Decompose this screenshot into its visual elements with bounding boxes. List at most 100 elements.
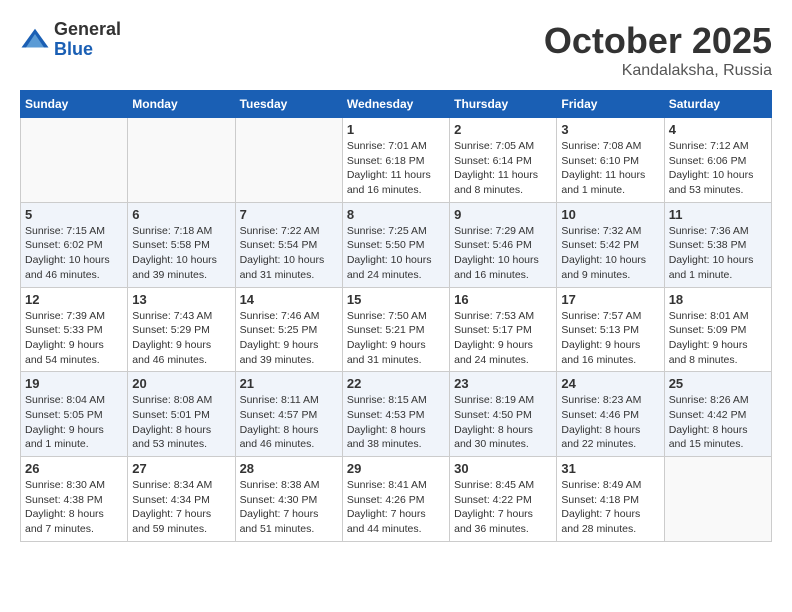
calendar-cell: 24 Sunrise: 8:23 AM Sunset: 4:46 PM Dayli…: [557, 372, 664, 457]
day-info: Sunrise: 8:04 AM Sunset: 5:05 PM Dayligh…: [25, 393, 123, 452]
day-number: 6: [132, 207, 230, 222]
day-number: 14: [240, 292, 338, 307]
week-row-1: 1Sunrise: 7:01 AM Sunset: 6:18 PM Daylig…: [21, 118, 772, 203]
day-number: 26: [25, 461, 123, 476]
calendar-cell: 1Sunrise: 7:01 AM Sunset: 6:18 PM Daylig…: [342, 118, 449, 203]
day-number: 7: [240, 207, 338, 222]
day-number: 15: [347, 292, 445, 307]
day-info: Sunrise: 8:26 AM Sunset: 4:42 PM Dayligh…: [669, 393, 767, 452]
day-info: Sunrise: 8:08 AM Sunset: 5:01 PM Dayligh…: [132, 393, 230, 452]
day-info: Sunrise: 8:41 AM Sunset: 4:26 PM Dayligh…: [347, 478, 445, 537]
calendar-cell: [128, 118, 235, 203]
day-number: 19: [25, 376, 123, 391]
day-info: Sunrise: 8:45 AM Sunset: 4:22 PM Dayligh…: [454, 478, 552, 537]
day-info: Sunrise: 8:11 AM Sunset: 4:57 PM Dayligh…: [240, 393, 338, 452]
day-info: Sunrise: 8:38 AM Sunset: 4:30 PM Dayligh…: [240, 478, 338, 537]
calendar-header: SundayMondayTuesdayWednesdayThursdayFrid…: [21, 91, 772, 118]
calendar-cell: 23Sunrise: 8:19 AM Sunset: 4:50 PM Dayli…: [450, 372, 557, 457]
week-row-3: 12 Sunrise: 7:39 AM Sunset: 5:33 PM Dayli…: [21, 287, 772, 372]
day-number: 16: [454, 292, 552, 307]
calendar-cell: 12 Sunrise: 7:39 AM Sunset: 5:33 PM Dayli…: [21, 287, 128, 372]
day-number: 22: [347, 376, 445, 391]
day-info: Sunrise: 7:12 AM Sunset: 6:06 PM Dayligh…: [669, 139, 767, 198]
calendar-cell: 25Sunrise: 8:26 AM Sunset: 4:42 PM Dayli…: [664, 372, 771, 457]
day-number: 21: [240, 376, 338, 391]
calendar-cell: 6Sunrise: 7:18 AM Sunset: 5:58 PM Daylig…: [128, 202, 235, 287]
day-info: Sunrise: 7:08 AM Sunset: 6:10 PM Dayligh…: [561, 139, 659, 198]
day-info: Sunrise: 7:29 AM Sunset: 5:46 PM Dayligh…: [454, 224, 552, 283]
day-number: 12: [25, 292, 123, 307]
week-row-4: 19 Sunrise: 8:04 AM Sunset: 5:05 PM Dayli…: [21, 372, 772, 457]
day-number: 20: [132, 376, 230, 391]
day-number: 18: [669, 292, 767, 307]
day-info: Sunrise: 8:01 AM Sunset: 5:09 PM Dayligh…: [669, 309, 767, 368]
month-title: October 2025: [544, 20, 772, 62]
calendar-cell: 9Sunrise: 7:29 AM Sunset: 5:46 PM Daylig…: [450, 202, 557, 287]
weekday-header-row: SundayMondayTuesdayWednesdayThursdayFrid…: [21, 91, 772, 118]
calendar-cell: 20 Sunrise: 8:08 AM Sunset: 5:01 PM Dayli…: [128, 372, 235, 457]
day-number: 13: [132, 292, 230, 307]
day-info: Sunrise: 8:49 AM Sunset: 4:18 PM Dayligh…: [561, 478, 659, 537]
day-info: Sunrise: 7:15 AM Sunset: 6:02 PM Dayligh…: [25, 224, 123, 283]
calendar-cell: 30Sunrise: 8:45 AM Sunset: 4:22 PM Dayli…: [450, 457, 557, 542]
calendar-cell: 5 Sunrise: 7:15 AM Sunset: 6:02 PM Daylig…: [21, 202, 128, 287]
day-info: Sunrise: 8:23 AM Sunset: 4:46 PM Dayligh…: [561, 393, 659, 452]
weekday-header-friday: Friday: [557, 91, 664, 118]
day-info: Sunrise: 8:34 AM Sunset: 4:34 PM Dayligh…: [132, 478, 230, 537]
weekday-header-thursday: Thursday: [450, 91, 557, 118]
calendar-cell: 21 Sunrise: 8:11 AM Sunset: 4:57 PM Dayli…: [235, 372, 342, 457]
logo-icon: [20, 25, 50, 55]
day-info: Sunrise: 7:53 AM Sunset: 5:17 PM Dayligh…: [454, 309, 552, 368]
logo-blue: Blue: [54, 39, 93, 59]
calendar-cell: [664, 457, 771, 542]
logo: General Blue: [20, 20, 121, 60]
day-number: 5: [25, 207, 123, 222]
day-info: Sunrise: 7:57 AM Sunset: 5:13 PM Dayligh…: [561, 309, 659, 368]
calendar-cell: 22 Sunrise: 8:15 AM Sunset: 4:53 PM Dayli…: [342, 372, 449, 457]
calendar-cell: [21, 118, 128, 203]
weekday-header-sunday: Sunday: [21, 91, 128, 118]
weekday-header-wednesday: Wednesday: [342, 91, 449, 118]
day-number: 17: [561, 292, 659, 307]
calendar-cell: 29 Sunrise: 8:41 AM Sunset: 4:26 PM Dayli…: [342, 457, 449, 542]
day-info: Sunrise: 7:22 AM Sunset: 5:54 PM Dayligh…: [240, 224, 338, 283]
title-block: October 2025 Kandalaksha, Russia: [544, 20, 772, 80]
calendar-cell: 4 Sunrise: 7:12 AM Sunset: 6:06 PM Daylig…: [664, 118, 771, 203]
day-info: Sunrise: 8:19 AM Sunset: 4:50 PM Dayligh…: [454, 393, 552, 452]
weekday-header-monday: Monday: [128, 91, 235, 118]
day-info: Sunrise: 7:39 AM Sunset: 5:33 PM Dayligh…: [25, 309, 123, 368]
calendar-cell: 3 Sunrise: 7:08 AM Sunset: 6:10 PM Daylig…: [557, 118, 664, 203]
page-header: General Blue October 2025 Kandalaksha, R…: [20, 20, 772, 80]
day-number: 3: [561, 122, 659, 137]
calendar-cell: 2 Sunrise: 7:05 AM Sunset: 6:14 PM Daylig…: [450, 118, 557, 203]
calendar-cell: 17 Sunrise: 7:57 AM Sunset: 5:13 PM Dayli…: [557, 287, 664, 372]
day-info: Sunrise: 7:25 AM Sunset: 5:50 PM Dayligh…: [347, 224, 445, 283]
week-row-5: 26 Sunrise: 8:30 AM Sunset: 4:38 PM Dayli…: [21, 457, 772, 542]
calendar-cell: 13Sunrise: 7:43 AM Sunset: 5:29 PM Dayli…: [128, 287, 235, 372]
day-info: Sunrise: 7:50 AM Sunset: 5:21 PM Dayligh…: [347, 309, 445, 368]
day-number: 4: [669, 122, 767, 137]
weekday-header-saturday: Saturday: [664, 91, 771, 118]
calendar-cell: 15 Sunrise: 7:50 AM Sunset: 5:21 PM Dayli…: [342, 287, 449, 372]
calendar-cell: 14Sunrise: 7:46 AM Sunset: 5:25 PM Dayli…: [235, 287, 342, 372]
calendar-cell: 26 Sunrise: 8:30 AM Sunset: 4:38 PM Dayli…: [21, 457, 128, 542]
day-number: 11: [669, 207, 767, 222]
logo-text: General Blue: [54, 20, 121, 60]
logo-general: General: [54, 19, 121, 39]
week-row-2: 5 Sunrise: 7:15 AM Sunset: 6:02 PM Daylig…: [21, 202, 772, 287]
day-number: 24: [561, 376, 659, 391]
day-info: Sunrise: 8:30 AM Sunset: 4:38 PM Dayligh…: [25, 478, 123, 537]
calendar-cell: 31 Sunrise: 8:49 AM Sunset: 4:18 PM Dayli…: [557, 457, 664, 542]
location: Kandalaksha, Russia: [544, 62, 772, 80]
day-number: 31: [561, 461, 659, 476]
calendar-cell: 16 Sunrise: 7:53 AM Sunset: 5:17 PM Dayli…: [450, 287, 557, 372]
day-number: 29: [347, 461, 445, 476]
day-info: Sunrise: 8:15 AM Sunset: 4:53 PM Dayligh…: [347, 393, 445, 452]
day-number: 2: [454, 122, 552, 137]
calendar-cell: 10Sunrise: 7:32 AM Sunset: 5:42 PM Dayli…: [557, 202, 664, 287]
day-info: Sunrise: 7:05 AM Sunset: 6:14 PM Dayligh…: [454, 139, 552, 198]
calendar-cell: 8 Sunrise: 7:25 AM Sunset: 5:50 PM Daylig…: [342, 202, 449, 287]
day-number: 8: [347, 207, 445, 222]
day-info: Sunrise: 7:36 AM Sunset: 5:38 PM Dayligh…: [669, 224, 767, 283]
calendar-body: 1Sunrise: 7:01 AM Sunset: 6:18 PM Daylig…: [21, 118, 772, 542]
